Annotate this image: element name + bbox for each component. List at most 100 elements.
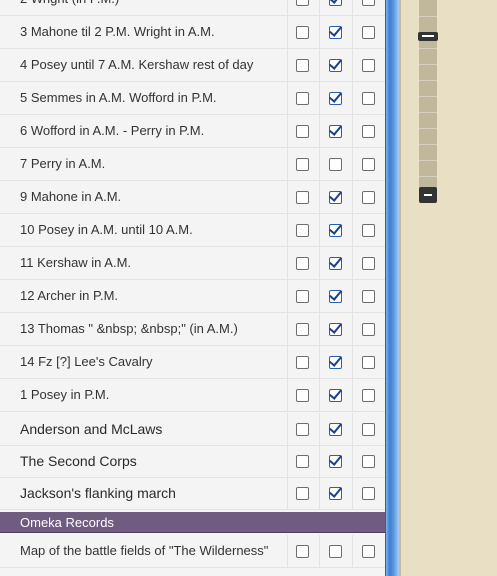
visibility-checkbox[interactable]	[296, 389, 309, 402]
column-divider	[352, 181, 353, 213]
layer-row[interactable]: 11 Kershaw in A.M.	[0, 247, 385, 280]
layer-row-label: 13 Thomas " &nbsp; &nbsp;" (in A.M.)	[20, 321, 238, 336]
zoom-slider-track[interactable]	[419, 0, 437, 200]
omeka-records-header[interactable]: Omeka Records	[0, 512, 385, 533]
zoom-slider-handle[interactable]	[418, 32, 438, 41]
select-checkbox[interactable]	[362, 290, 375, 303]
visibility-checkbox[interactable]	[296, 455, 309, 468]
layer-row[interactable]: 2 Wright (in P.M.)	[0, 0, 385, 16]
column-divider	[287, 247, 288, 279]
layer-row-label: 11 Kershaw in A.M.	[20, 255, 132, 270]
visibility-checkbox[interactable]	[296, 545, 309, 558]
visibility-checkbox[interactable]	[296, 59, 309, 72]
select-checkbox[interactable]	[362, 92, 375, 105]
column-divider	[287, 16, 288, 48]
show-checkbox[interactable]	[329, 545, 342, 558]
select-checkbox[interactable]	[362, 423, 375, 436]
layer-row[interactable]: Jackson's flanking march	[0, 477, 385, 510]
show-checkbox[interactable]	[329, 487, 342, 500]
visibility-checkbox[interactable]	[296, 158, 309, 171]
layer-row[interactable]: 4 Posey until 7 A.M. Kershaw rest of day	[0, 49, 385, 82]
layer-row[interactable]: 12 Archer in P.M.	[0, 280, 385, 313]
column-divider	[352, 82, 353, 114]
show-checkbox[interactable]	[329, 290, 342, 303]
column-divider	[287, 379, 288, 411]
visibility-checkbox[interactable]	[296, 257, 309, 270]
visibility-checkbox[interactable]	[296, 26, 309, 39]
select-checkbox[interactable]	[362, 323, 375, 336]
visibility-checkbox[interactable]	[296, 323, 309, 336]
show-checkbox[interactable]	[329, 92, 342, 105]
select-checkbox[interactable]	[362, 487, 375, 500]
layer-row[interactable]: 5 Semmes in A.M. Wofford in P.M.	[0, 82, 385, 115]
select-checkbox[interactable]	[362, 389, 375, 402]
layer-row[interactable]: 1 Posey in P.M.	[0, 379, 385, 412]
column-divider	[352, 214, 353, 246]
show-checkbox[interactable]	[329, 224, 342, 237]
layer-row-label: 10 Posey in A.M. until 10 A.M.	[20, 222, 193, 237]
select-checkbox[interactable]	[362, 545, 375, 558]
panel-splitter[interactable]	[385, 0, 399, 576]
show-checkbox[interactable]	[329, 423, 342, 436]
column-divider	[352, 535, 353, 567]
visibility-checkbox[interactable]	[296, 92, 309, 105]
column-divider	[319, 148, 320, 180]
layer-row-label: 14 Fz [?] Lee's Cavalry	[20, 354, 153, 369]
visibility-checkbox[interactable]	[296, 191, 309, 204]
select-checkbox[interactable]	[362, 455, 375, 468]
show-checkbox[interactable]	[329, 158, 342, 171]
select-checkbox[interactable]	[362, 125, 375, 138]
layer-row[interactable]: Anderson and McLaws	[0, 413, 385, 446]
layer-row[interactable]: 9 Mahone in A.M.	[0, 181, 385, 214]
layer-row[interactable]: 7 Perry in A.M.	[0, 148, 385, 181]
show-checkbox[interactable]	[329, 125, 342, 138]
visibility-checkbox[interactable]	[296, 487, 309, 500]
visibility-checkbox[interactable]	[296, 224, 309, 237]
show-checkbox[interactable]	[329, 356, 342, 369]
layer-row[interactable]: 13 Thomas " &nbsp; &nbsp;" (in A.M.)	[0, 313, 385, 346]
column-divider	[319, 379, 320, 411]
show-checkbox[interactable]	[329, 59, 342, 72]
column-divider	[287, 280, 288, 312]
column-divider	[352, 477, 353, 509]
show-checkbox[interactable]	[329, 389, 342, 402]
layer-row-label: 6 Wofford in A.M. - Perry in P.M.	[20, 123, 205, 138]
visibility-checkbox[interactable]	[296, 125, 309, 138]
layer-row[interactable]: 14 Fz [?] Lee's Cavalry	[0, 346, 385, 379]
layer-row[interactable]: 10 Posey in A.M. until 10 A.M.	[0, 214, 385, 247]
select-checkbox[interactable]	[362, 26, 375, 39]
column-divider	[319, 445, 320, 477]
select-checkbox[interactable]	[362, 257, 375, 270]
column-divider	[287, 82, 288, 114]
column-divider	[319, 247, 320, 279]
column-divider	[287, 115, 288, 147]
column-divider	[352, 148, 353, 180]
layer-row[interactable]: 6 Wofford in A.M. - Perry in P.M.	[0, 115, 385, 148]
layer-row[interactable]: The Second Corps	[0, 445, 385, 478]
show-checkbox[interactable]	[329, 323, 342, 336]
visibility-checkbox[interactable]	[296, 423, 309, 436]
show-checkbox[interactable]	[329, 191, 342, 204]
show-checkbox[interactable]	[329, 26, 342, 39]
select-checkbox[interactable]	[362, 356, 375, 369]
layer-row-label: 2 Wright (in P.M.)	[20, 0, 284, 15]
show-checkbox[interactable]	[329, 455, 342, 468]
select-checkbox[interactable]	[362, 224, 375, 237]
show-checkbox[interactable]	[329, 0, 342, 6]
show-checkbox[interactable]	[329, 257, 342, 270]
visibility-checkbox[interactable]	[296, 290, 309, 303]
layer-row-label: Map of the battle fields of "The Wildern…	[20, 543, 269, 558]
layer-row[interactable]: 3 Mahone til 2 P.M. Wright in A.M.	[0, 16, 385, 49]
layer-row[interactable]: Map of the battle fields of "The Wildern…	[0, 535, 385, 568]
select-checkbox[interactable]	[362, 158, 375, 171]
column-divider	[287, 148, 288, 180]
visibility-checkbox[interactable]	[296, 0, 309, 6]
select-checkbox[interactable]	[362, 0, 375, 6]
visibility-checkbox[interactable]	[296, 356, 309, 369]
zoom-out-button[interactable]	[419, 187, 437, 203]
column-divider	[287, 0, 288, 15]
column-divider	[319, 49, 320, 81]
select-checkbox[interactable]	[362, 191, 375, 204]
column-divider	[352, 445, 353, 477]
select-checkbox[interactable]	[362, 59, 375, 72]
